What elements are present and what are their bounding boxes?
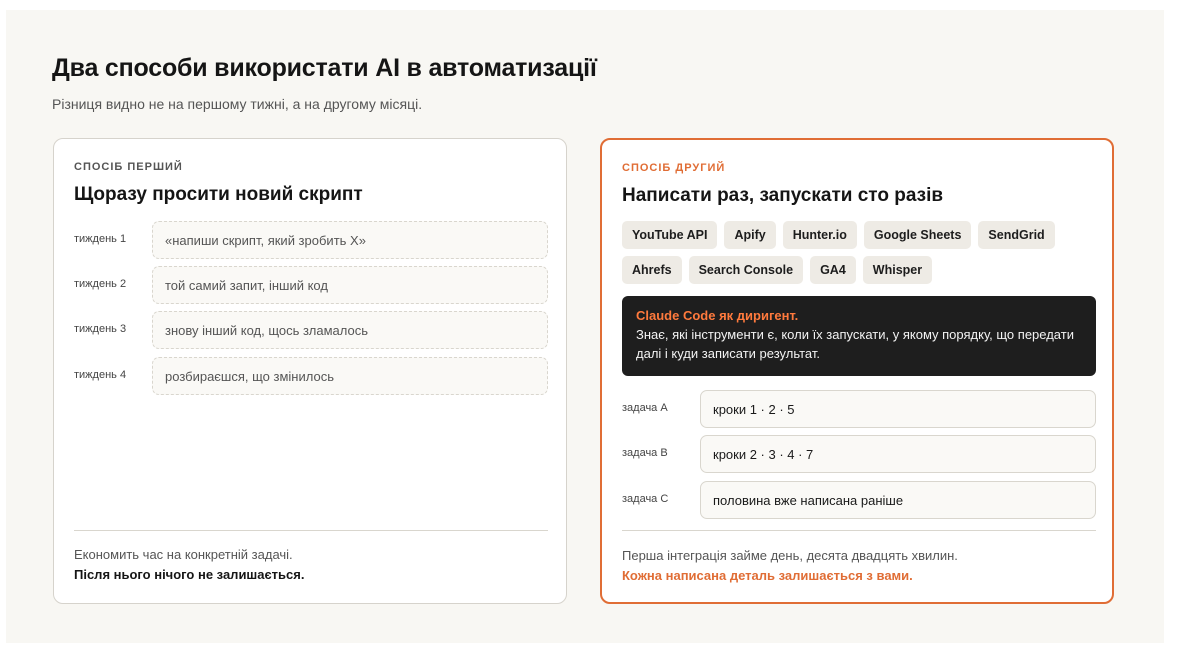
conductor-highlight: Claude Code як диригент. Знає, які інстр… <box>622 296 1096 376</box>
diagram-canvas: Два способи використати AI в автоматизац… <box>6 10 1164 643</box>
highlight-title: Claude Code як диригент. <box>636 308 799 323</box>
week-label: тиждень 1 <box>74 233 127 245</box>
tool-tag: Hunter.io <box>782 221 857 249</box>
task-row: задача A кроки 1 · 2 · 5 <box>622 390 1096 428</box>
task-steps-box: половина вже написана раніше <box>700 481 1096 519</box>
task-steps-box: кроки 2 · 3 · 4 · 7 <box>700 435 1096 473</box>
card-divider <box>74 530 548 531</box>
week-row: тиждень 2 той самий запит, інший код <box>74 266 548 304</box>
tool-tag: Apify <box>724 221 776 249</box>
task-label: задача A <box>622 402 668 414</box>
week-prompt-box: розбираєшся, що змінилось <box>152 357 548 395</box>
task-row: задача B кроки 2 · 3 · 4 · 7 <box>622 435 1096 473</box>
card-divider <box>622 530 1096 531</box>
tool-tag: Whisper <box>862 256 933 284</box>
card-eyebrow: Спосіб перший <box>74 161 183 173</box>
approach-one-card: Спосіб перший Щоразу просити новий скрип… <box>53 138 567 604</box>
task-row: задача C половина вже написана раніше <box>622 481 1096 519</box>
tool-tag: Google Sheets <box>863 221 972 249</box>
task-steps-box: кроки 1 · 2 · 5 <box>700 390 1096 428</box>
week-prompt-box: «напиши скрипт, який зробить X» <box>152 221 548 259</box>
card-title: Написати раз, запускати сто разів <box>622 185 944 206</box>
week-label: тиждень 4 <box>74 369 127 381</box>
card-title: Щоразу просити новий скрипт <box>74 184 363 205</box>
card-footer-conclusion: Після нього нічого не залишається. <box>74 567 305 582</box>
tool-tag: Search Console <box>688 256 804 284</box>
week-row: тиждень 4 розбираєшся, що змінилось <box>74 357 548 395</box>
card-footer-conclusion: Кожна написана деталь залишається з вами… <box>622 568 913 583</box>
tool-tags-row-2: Ahrefs Search Console GA4 Whisper <box>622 256 933 284</box>
week-row: тиждень 1 «напиши скрипт, який зробить X… <box>74 221 548 259</box>
week-row: тиждень 3 знову інший код, щось зламалос… <box>74 311 548 349</box>
page-subtitle: Різниця видно не на першому тижні, а на … <box>52 96 423 112</box>
week-prompt-box: знову інший код, щось зламалось <box>152 311 548 349</box>
tool-tag: YouTube API <box>622 221 718 249</box>
week-prompt-box: той самий запит, інший код <box>152 266 548 304</box>
tool-tags-row-1: YouTube API Apify Hunter.io Google Sheet… <box>622 221 1055 249</box>
card-footer-note: Перша інтеграція займе день, десята двад… <box>622 548 958 563</box>
task-label: задача B <box>622 447 668 459</box>
task-label: задача C <box>622 493 669 505</box>
page-title: Два способи використати AI в автоматизац… <box>52 54 597 82</box>
highlight-text: Знає, які інструменти є, коли їх запуска… <box>636 327 1074 361</box>
tool-tag: GA4 <box>810 256 856 284</box>
tool-tag: SendGrid <box>978 221 1055 249</box>
card-footer-note: Економить час на конкретній задачі. <box>74 547 293 562</box>
card-eyebrow: Спосіб другий <box>622 162 726 174</box>
week-label: тиждень 3 <box>74 323 127 335</box>
week-label: тиждень 2 <box>74 278 127 290</box>
approach-two-card: Спосіб другий Написати раз, запускати ст… <box>600 138 1114 604</box>
tool-tag: Ahrefs <box>622 256 682 284</box>
